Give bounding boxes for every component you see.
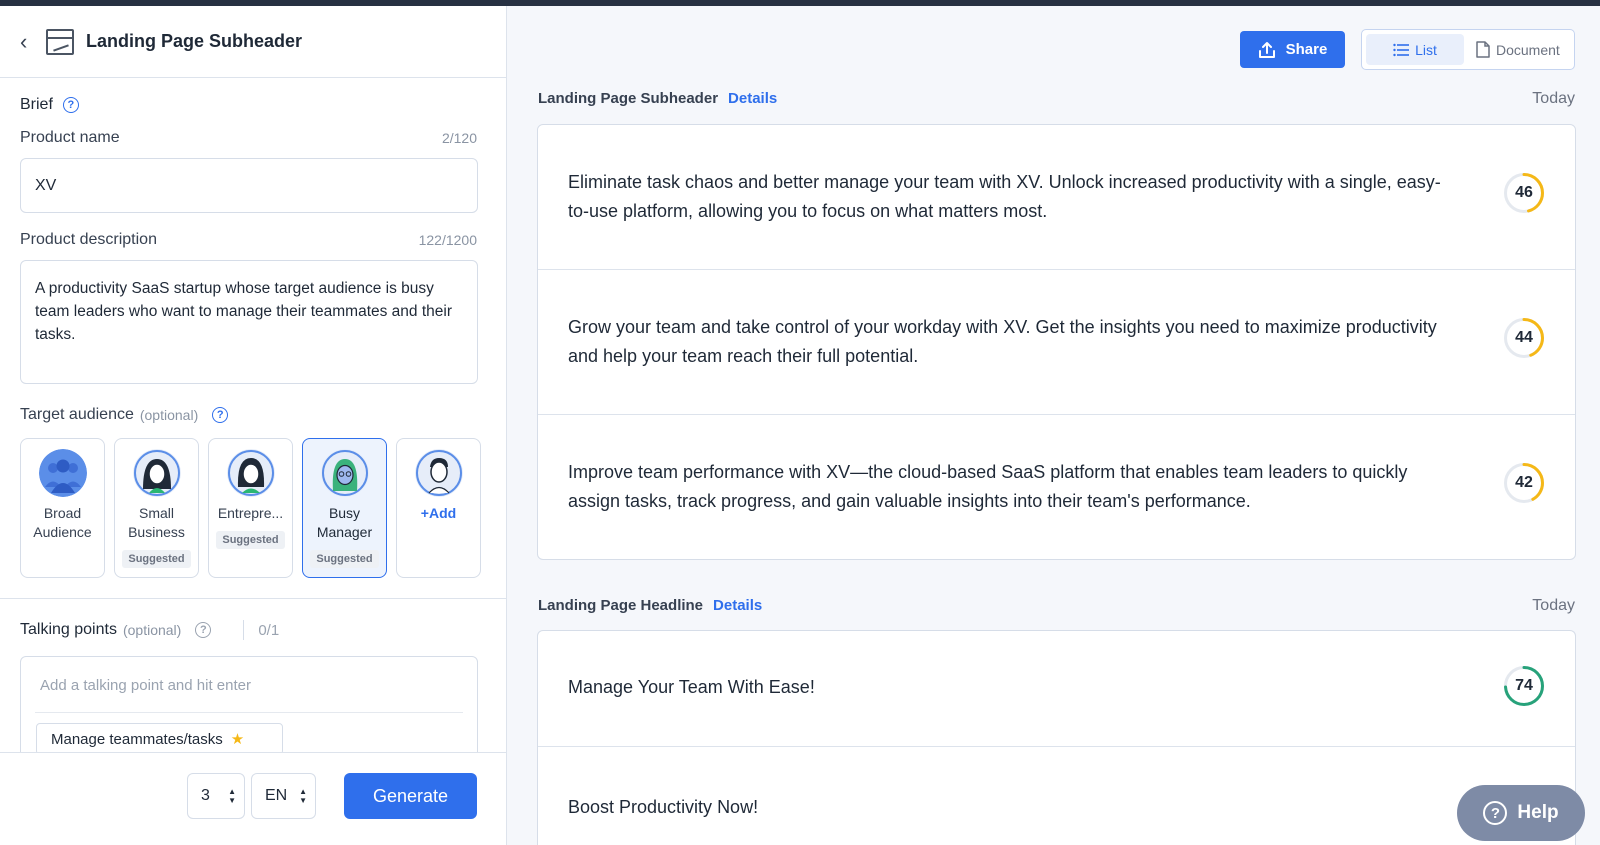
- share-label: Share: [1285, 41, 1328, 58]
- list-view-button[interactable]: List: [1366, 34, 1464, 65]
- talking-points-count: 0/1: [258, 621, 280, 639]
- score-value: 44: [1515, 329, 1533, 346]
- suggested-badge: Suggested: [216, 531, 285, 549]
- up-down-arrows-icon: ▲ ▼: [228, 787, 236, 805]
- document-view-button[interactable]: Document: [1476, 34, 1572, 65]
- result-item[interactable]: Improve team performance with XV—the clo…: [538, 415, 1575, 559]
- score-ring: 74: [1503, 665, 1545, 707]
- help-label: Help: [1517, 802, 1559, 823]
- brief-heading: Brief ?: [20, 96, 79, 114]
- results-list: Manage Your Team With Ease! 74 Boost Pro…: [537, 630, 1576, 845]
- count-select[interactable]: 3 ▲ ▼: [187, 773, 245, 819]
- audience-card-broad[interactable]: Broad Audience: [20, 438, 105, 578]
- audience-name: Entrepre...: [217, 505, 284, 521]
- add-audience-card[interactable]: +Add: [396, 438, 481, 578]
- target-audience-label: Target audience: [20, 406, 134, 423]
- woman-avatar-icon: [226, 449, 275, 497]
- results-list: Eliminate task chaos and better manage y…: [537, 124, 1576, 560]
- details-link[interactable]: Details: [728, 90, 777, 107]
- audience-card-small-business[interactable]: Small Business Suggested: [114, 438, 199, 578]
- woman-avatar-icon: [132, 449, 181, 497]
- section-heading: Landing Page Subheader Details: [538, 90, 777, 107]
- generate-button[interactable]: Generate: [344, 773, 477, 819]
- result-text: Eliminate task chaos and better manage y…: [568, 172, 1441, 221]
- language-select[interactable]: EN ▲ ▼: [251, 773, 316, 819]
- talking-point-input[interactable]: Add a talking point and hit enter: [40, 677, 251, 694]
- help-button[interactable]: ? Help: [1457, 785, 1585, 841]
- section-title: Landing Page Subheader: [538, 90, 719, 107]
- list-view-label: List: [1415, 41, 1437, 58]
- audience-name: Broad Audience: [33, 505, 92, 540]
- template-icon: [46, 28, 74, 55]
- separator: [243, 620, 245, 640]
- section-date: Today: [1532, 90, 1575, 107]
- talking-point-chip-label: Manage teammates/tasks: [51, 730, 223, 748]
- score-value: 74: [1515, 677, 1533, 694]
- document-icon: [1476, 41, 1490, 58]
- section-date: Today: [1532, 597, 1575, 614]
- score-value: 42: [1515, 474, 1533, 491]
- woman-hijab-avatar-icon: [320, 449, 369, 497]
- audience-name: Small Business: [128, 505, 185, 540]
- help-circle-icon[interactable]: ?: [195, 622, 212, 638]
- product-description-counter: 122/1200: [418, 232, 477, 248]
- brief-label: Brief: [20, 96, 53, 113]
- details-link[interactable]: Details: [713, 597, 762, 614]
- talking-points-optional: (optional): [122, 622, 182, 638]
- list-icon: [1393, 43, 1410, 56]
- help-circle-icon[interactable]: ?: [62, 97, 79, 113]
- talking-points-label: Talking points: [20, 621, 117, 638]
- group-avatar-icon: [38, 449, 87, 497]
- generate-footer: 3 ▲ ▼ EN ▲ ▼ Generate: [0, 752, 506, 845]
- product-description-label: Product description: [20, 231, 157, 248]
- input-divider: [35, 712, 463, 713]
- audience-list: Broad Audience Small Business Suggested: [20, 438, 481, 578]
- page-title: Landing Page Subheader: [86, 31, 303, 51]
- document-view-label: Document: [1496, 41, 1560, 58]
- suggested-badge: Suggested: [122, 550, 191, 568]
- help-circle-icon[interactable]: ?: [212, 407, 229, 423]
- add-audience-label: +Add: [420, 505, 457, 521]
- language-value: EN: [265, 787, 288, 804]
- suggested-badge: Suggested: [310, 550, 379, 568]
- result-text: Manage Your Team With Ease!: [568, 677, 815, 697]
- product-name-counter: 2/120: [441, 130, 477, 146]
- help-circle-icon: ?: [1483, 801, 1508, 825]
- product-name-input[interactable]: XV: [20, 158, 478, 213]
- result-item[interactable]: Boost Productivity Now!: [538, 747, 1575, 845]
- result-text: Grow your team and take control of your …: [568, 317, 1437, 366]
- result-item[interactable]: Eliminate task chaos and better manage y…: [538, 125, 1575, 270]
- upload-icon: [1258, 41, 1275, 58]
- talking-point-chip[interactable]: Manage teammates/tasks ★: [36, 723, 283, 755]
- result-item[interactable]: Manage Your Team With Ease! 74: [538, 631, 1575, 747]
- up-down-arrows-icon: ▲ ▼: [299, 787, 307, 805]
- view-toggle: List Document: [1361, 29, 1575, 70]
- score-value: 46: [1515, 184, 1533, 201]
- panel-header: ‹ Landing Page Subheader: [0, 6, 506, 78]
- back-arrow-icon[interactable]: ‹: [20, 29, 34, 55]
- talking-points-heading: Talking points (optional) ? 0/1: [20, 620, 279, 640]
- result-text: Improve team performance with XV—the clo…: [568, 462, 1408, 511]
- target-audience-heading: Target audience (optional) ?: [20, 406, 229, 424]
- section-title: Landing Page Headline: [538, 597, 704, 614]
- star-icon[interactable]: ★: [231, 730, 244, 748]
- product-name-label: Product name: [20, 129, 120, 146]
- result-item[interactable]: Grow your team and take control of your …: [538, 270, 1575, 415]
- section-divider: [0, 598, 506, 599]
- score-ring: 42: [1503, 462, 1545, 504]
- share-button[interactable]: Share: [1240, 31, 1345, 68]
- section-heading: Landing Page Headline Details: [538, 597, 762, 614]
- brief-panel: ‹ Landing Page Subheader Brief ? Product…: [0, 6, 507, 845]
- count-value: 3: [201, 787, 210, 804]
- audience-card-entrepreneur[interactable]: Entrepre... Suggested: [208, 438, 293, 578]
- audience-card-busy-manager[interactable]: Busy Manager Suggested: [302, 438, 387, 578]
- target-audience-optional: (optional): [139, 407, 199, 423]
- result-text: Boost Productivity Now!: [568, 797, 759, 817]
- score-ring: 44: [1503, 317, 1545, 359]
- score-ring: 46: [1503, 172, 1545, 214]
- product-description-textarea[interactable]: A productivity SaaS startup whose target…: [20, 260, 478, 384]
- man-avatar-icon: [414, 449, 463, 497]
- audience-name: Busy Manager: [316, 505, 373, 540]
